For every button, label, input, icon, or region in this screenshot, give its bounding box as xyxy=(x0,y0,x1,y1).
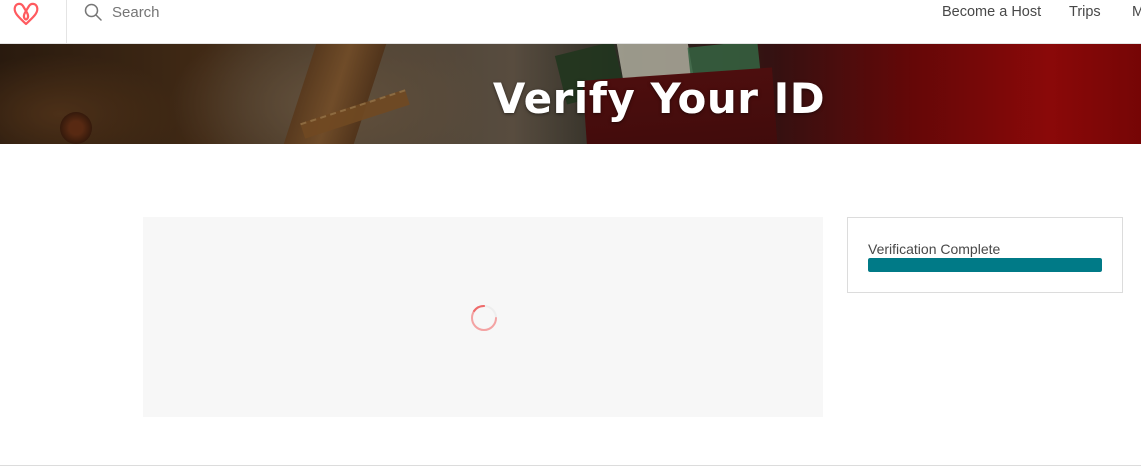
page-title: Verify Your ID xyxy=(492,74,826,123)
loading-spinner-icon xyxy=(471,304,497,331)
footer-divider xyxy=(0,465,1141,466)
logo-link[interactable] xyxy=(0,0,67,44)
verification-content-panel xyxy=(143,217,823,417)
nav-link-trips[interactable]: Trips xyxy=(1069,4,1101,20)
search-icon xyxy=(84,3,102,26)
nav-link-become-a-host[interactable]: Become a Host xyxy=(942,4,1041,20)
verification-progress-bar xyxy=(868,258,1102,272)
verification-progress-fill xyxy=(868,258,1102,272)
search-input[interactable] xyxy=(112,0,412,24)
verification-status-label: Verification Complete xyxy=(868,241,1001,257)
verification-status-card: Verification Complete xyxy=(847,217,1123,293)
hero-banner: Verify Your ID xyxy=(0,44,1141,144)
airbnb-logo-icon xyxy=(13,2,39,26)
nav-link-more[interactable]: M xyxy=(1132,4,1141,20)
top-nav: Become a Host Trips M xyxy=(0,0,1141,44)
